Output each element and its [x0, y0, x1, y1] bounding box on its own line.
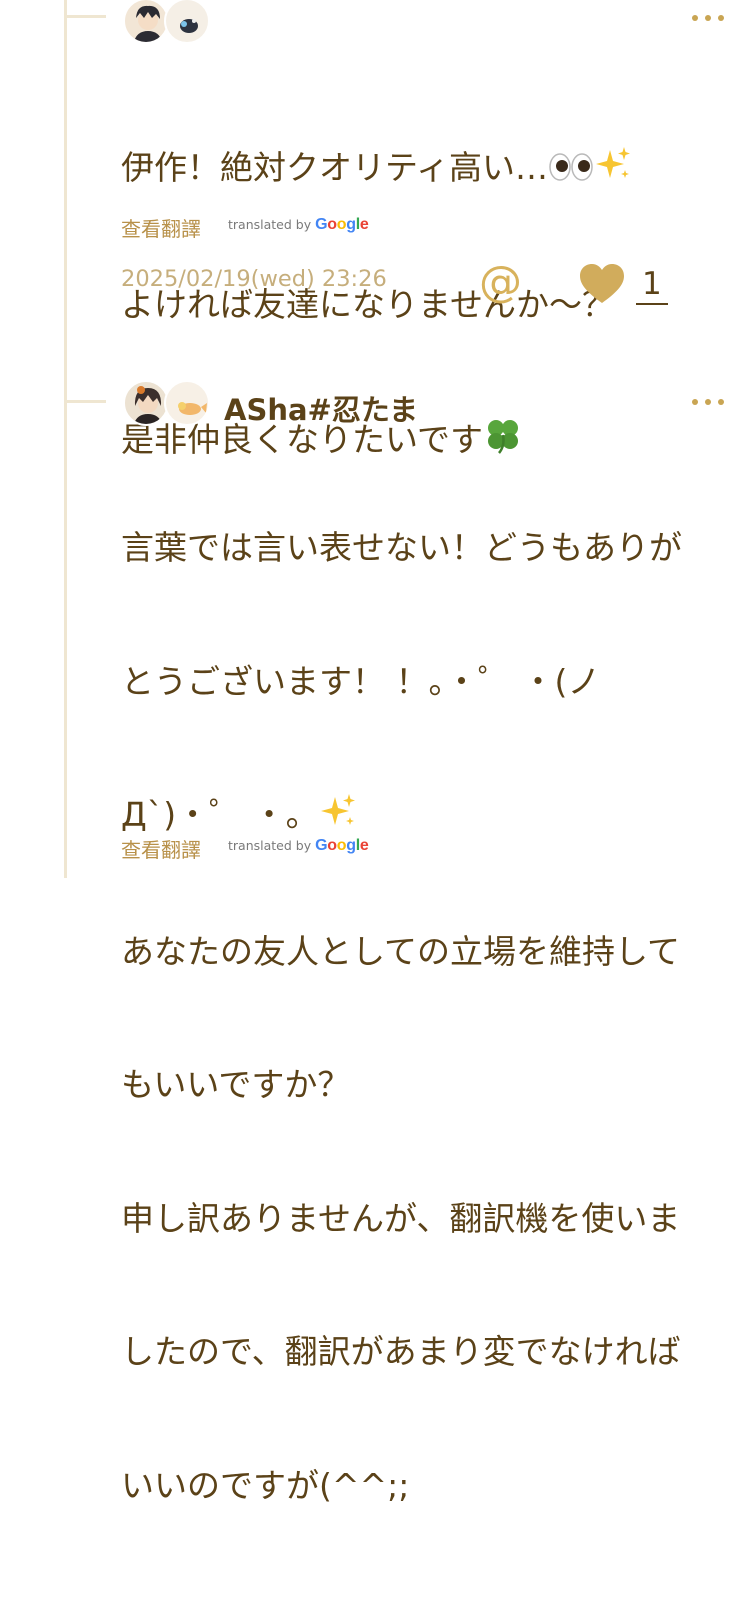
at-mention-icon[interactable]: @	[479, 261, 522, 304]
translated-by-google: translated by Google	[228, 216, 369, 233]
comment-text-line: 申し訳ありませんが、翻訳機を使いま	[121, 1198, 681, 1238]
view-translation-link[interactable]: 查看翻譯	[121, 213, 201, 242]
avatar[interactable]	[123, 0, 169, 44]
comment-text-line: とうございます！ ！。・゜ ・(ノ	[121, 661, 601, 701]
comment-text-line: したので、翻訳があまり変でなければ	[121, 1332, 681, 1371]
eyes-emoji-icon	[548, 149, 594, 194]
comment-text-line: 言葉では言い表せない！どうもありが	[121, 528, 682, 567]
more-options-button[interactable]	[692, 15, 724, 21]
comment-text-line: 伊作！絶対クオリティ高い…	[121, 146, 731, 194]
sparkles-emoji-icon	[594, 146, 632, 194]
comment-text-line: あなたの友人としての立場を維持して	[121, 931, 681, 971]
google-logo: Google	[315, 837, 369, 854]
view-translation-link[interactable]: 查看翻譯	[121, 834, 201, 863]
more-options-icon	[692, 15, 698, 21]
comment-body: 言葉では言い表せない！どうもありが とうございます！ ！。・゜ ・(ノ Д`)・…	[121, 437, 731, 1597]
thread-line-main	[64, 0, 67, 878]
comment-username[interactable]: ASha#忍たま	[224, 387, 418, 429]
translated-by-google: translated by Google	[228, 837, 369, 854]
comment-text-line: いいのですが(^^;;	[121, 1465, 410, 1505]
avatar-secondary[interactable]	[164, 0, 210, 44]
avatar-secondary[interactable]	[164, 380, 210, 426]
comment-text-line: もいいですか？	[121, 1065, 351, 1104]
more-options-icon	[692, 399, 698, 405]
comment-text-line: Д`)・゜ ・。	[121, 793, 731, 841]
google-logo: Google	[315, 216, 369, 233]
thread-branch-2	[64, 400, 106, 403]
avatar[interactable]	[123, 380, 169, 426]
comment-timestamp: 2025/02/19(wed) 23:26	[121, 266, 387, 292]
more-options-button[interactable]	[692, 399, 724, 405]
heart-icon[interactable]	[578, 263, 626, 309]
sparkles-emoji-icon	[319, 793, 357, 841]
like-count[interactable]: 1	[636, 268, 668, 305]
thread-branch-1	[64, 15, 106, 18]
